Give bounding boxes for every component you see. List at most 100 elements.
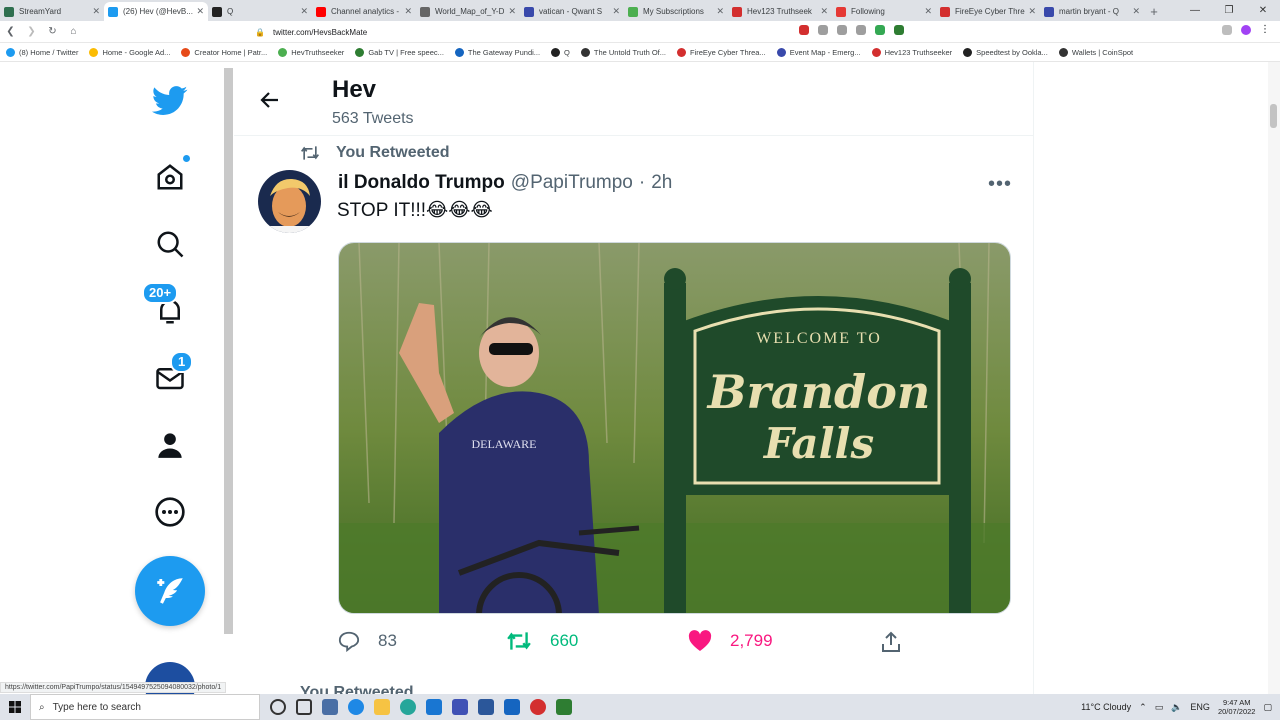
author-avatar[interactable]: [258, 170, 321, 233]
profile-person-icon[interactable]: [149, 424, 191, 466]
browser-tab[interactable]: Following ✕: [832, 2, 936, 21]
back-nav-icon[interactable]: ❮: [0, 26, 21, 37]
chrome-icon[interactable]: [530, 699, 546, 715]
tweet-count: 563 Tweets: [332, 110, 414, 127]
menu-icon[interactable]: ⋮: [1260, 25, 1270, 35]
extension-icon[interactable]: [837, 25, 847, 35]
notifications-bell-icon[interactable]: 20+: [142, 282, 191, 332]
task-view-icon[interactable]: [296, 699, 312, 715]
reload-icon[interactable]: ↻: [42, 26, 63, 37]
tab-close-icon[interactable]: ✕: [1132, 6, 1140, 17]
minimize-button[interactable]: —: [1178, 0, 1212, 21]
extension-icon[interactable]: [818, 25, 828, 35]
bookmark-item[interactable]: The Untold Truth Of...: [580, 47, 666, 57]
bookmark-item[interactable]: FireEye Cyber Threa...: [677, 47, 766, 57]
messages-envelope-icon[interactable]: 1: [149, 351, 194, 399]
close-window-button[interactable]: ✕: [1246, 0, 1280, 21]
tweet-time[interactable]: 2h: [651, 172, 672, 194]
extension-icon[interactable]: [856, 25, 866, 35]
clock[interactable]: 9:47 AM 20/07/2022: [1218, 698, 1256, 716]
browser-tab[interactable]: StreamYard ✕: [0, 2, 104, 21]
language-indicator[interactable]: ENG: [1190, 702, 1210, 712]
tab-close-icon[interactable]: ✕: [92, 6, 100, 17]
volume-icon[interactable]: 🔈: [1171, 702, 1182, 713]
tab-close-icon[interactable]: ✕: [196, 6, 204, 17]
tab-favicon-icon: [732, 6, 742, 17]
bookmark-item[interactable]: Q: [551, 47, 570, 57]
app-icon[interactable]: [400, 699, 416, 715]
twitter-logo-icon[interactable]: [149, 80, 191, 122]
browser-tab[interactable]: Channel analytics - ✕: [312, 2, 416, 21]
retweet-button[interactable]: 660: [506, 630, 578, 652]
app-icon[interactable]: [504, 699, 520, 715]
tab-close-icon[interactable]: ✕: [1028, 6, 1036, 17]
browser-tab[interactable]: (26) Hev (@HevB... ✕: [104, 2, 208, 21]
word-icon[interactable]: [478, 699, 494, 715]
feather-icon: [157, 578, 183, 604]
browser-tab[interactable]: FireEye Cyber Thre ✕: [936, 2, 1040, 21]
app-icon[interactable]: [322, 699, 338, 715]
extension-icon[interactable]: [799, 25, 809, 35]
browser-tab[interactable]: martin bryant - Q ✕: [1040, 2, 1144, 21]
taskbar-search[interactable]: ⌕ Type here to search: [30, 694, 260, 720]
author-name[interactable]: il Donaldo Trumpo: [338, 172, 505, 194]
new-tab-button[interactable]: +: [1144, 2, 1164, 21]
browser-tab[interactable]: Q ✕: [208, 2, 312, 21]
browser-tab[interactable]: vatican - Qwant S ✕: [520, 2, 624, 21]
browser-tab[interactable]: My Subscriptions ✕: [624, 2, 728, 21]
scrollbar-thumb[interactable]: [1270, 104, 1277, 128]
bookmark-item[interactable]: Creator Home | Patr...: [181, 47, 267, 57]
page-scrollbar[interactable]: [1268, 62, 1280, 694]
home-icon[interactable]: ⌂: [63, 26, 84, 37]
edge-icon[interactable]: [348, 699, 364, 715]
bookmark-item[interactable]: The Gateway Pundi...: [454, 47, 540, 57]
bookmark-item[interactable]: Event Map - Emerg...: [776, 47, 861, 57]
bookmark-item[interactable]: Gab TV | Free speec...: [355, 47, 444, 57]
tweet-image[interactable]: WELCOME TO Brandon Falls DELAWARE: [338, 242, 1011, 614]
extension-icon[interactable]: [875, 25, 885, 35]
app-icon[interactable]: [452, 699, 468, 715]
weather-text[interactable]: 11°C Cloudy: [1081, 702, 1131, 712]
tab-close-icon[interactable]: ✕: [820, 6, 828, 17]
cortana-icon[interactable]: [270, 699, 286, 715]
home-nav-icon[interactable]: [149, 154, 191, 198]
bookmark-item[interactable]: (8) Home / Twitter: [6, 47, 78, 57]
file-explorer-icon[interactable]: [374, 699, 390, 715]
bookmark-item[interactable]: HevTruthseeker: [278, 47, 344, 57]
network-icon[interactable]: ▭: [1155, 702, 1164, 713]
tab-close-icon[interactable]: ✕: [508, 6, 516, 17]
bookmark-item[interactable]: Hev123 Truthseeker: [871, 47, 952, 57]
bookmark-item[interactable]: Wallets | CoinSpot: [1058, 47, 1133, 57]
profile-icon[interactable]: [1241, 25, 1251, 35]
compose-tweet-button[interactable]: [135, 556, 205, 626]
tweet-more-icon[interactable]: •••: [988, 173, 1012, 196]
browser-tab[interactable]: World_Map_of_Y-D ✕: [416, 2, 520, 21]
back-arrow-icon[interactable]: [258, 88, 282, 112]
bookmark-label: Event Map - Emerg...: [789, 47, 861, 57]
more-options-icon[interactable]: [149, 491, 191, 533]
bookmark-item[interactable]: Home - Google Ad...: [89, 47, 170, 57]
explore-search-icon[interactable]: [149, 223, 191, 265]
author-handle[interactable]: @PapiTrumpo: [511, 172, 633, 194]
forward-nav-icon[interactable]: ❯: [21, 26, 42, 37]
tray-chevron-icon[interactable]: ⌃: [1139, 702, 1147, 713]
share-button[interactable]: [879, 630, 921, 654]
tab-close-icon[interactable]: ✕: [612, 6, 620, 17]
side-scrollbar[interactable]: [224, 68, 233, 634]
start-button[interactable]: [0, 694, 30, 720]
restore-button[interactable]: ❐: [1212, 0, 1246, 21]
tab-close-icon[interactable]: ✕: [924, 6, 932, 17]
browser-tab[interactable]: Hev123 Truthseek ✕: [728, 2, 832, 21]
tab-close-icon[interactable]: ✕: [300, 6, 308, 17]
reply-button[interactable]: 83: [338, 630, 397, 652]
tab-close-icon[interactable]: ✕: [716, 6, 724, 17]
extension-icon[interactable]: [1222, 25, 1232, 35]
tab-label: My Subscriptions: [643, 7, 704, 16]
tab-close-icon[interactable]: ✕: [404, 6, 412, 17]
like-button[interactable]: 2,799: [688, 630, 773, 652]
notification-center-icon[interactable]: ▢: [1263, 702, 1272, 713]
store-icon[interactable]: [426, 699, 442, 715]
extension-icon[interactable]: [894, 25, 904, 35]
app-icon[interactable]: [556, 699, 572, 715]
bookmark-item[interactable]: Speedtest by Ookla...: [963, 47, 1048, 57]
